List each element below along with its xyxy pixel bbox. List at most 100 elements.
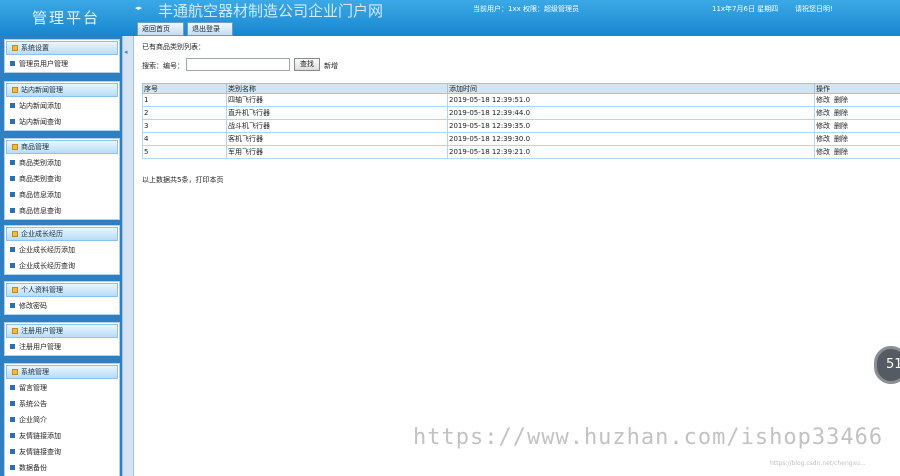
- sidebar-item-label: 留言管理: [19, 384, 47, 392]
- sidebar-item[interactable]: 数据备份: [5, 460, 119, 476]
- sidebar-item[interactable]: 注册用户管理: [5, 339, 119, 355]
- sidebar-item[interactable]: 修改密码: [5, 298, 119, 314]
- bullet-icon: [10, 303, 15, 308]
- sidebar-group-title: 系统设置: [21, 44, 49, 52]
- home-button[interactable]: 返回首页: [137, 22, 184, 36]
- cell-name: 四轴飞行器: [226, 93, 448, 107]
- add-link[interactable]: 新增: [324, 61, 338, 71]
- table-header-row: 序号 类别名称 添加时间 操作: [142, 83, 900, 94]
- cell-actions: 修改 删除: [814, 93, 900, 107]
- cell-name: 战斗机飞行器: [226, 119, 448, 133]
- search-label: 搜索：编号：: [142, 62, 184, 70]
- sidebar-item-label: 数据备份: [19, 464, 47, 472]
- sidebar-item-label: 系统公告: [19, 400, 47, 408]
- sidebar-group-header[interactable]: 企业成长经历: [6, 227, 118, 241]
- edit-link[interactable]: 修改: [816, 135, 830, 143]
- edit-link[interactable]: 修改: [816, 96, 830, 104]
- scroll-progress-badge[interactable]: 51: [874, 346, 900, 384]
- top-header: 管理平台 ◂▸ 丰通航空器材制造公司企业门户网 当前用户：1xx 权限：超级管理…: [0, 0, 900, 36]
- sidebar-item[interactable]: 企业成长经历添加: [5, 242, 119, 258]
- search-button[interactable]: 查找: [294, 58, 320, 71]
- delete-link[interactable]: 删除: [834, 148, 848, 156]
- column-header-name: 类别名称: [226, 83, 448, 94]
- delete-link[interactable]: 删除: [834, 96, 848, 104]
- summary-text: 以上数据共5条，打印本页: [142, 176, 224, 184]
- sidebar-item[interactable]: 友情链接添加: [5, 428, 119, 444]
- cell-time: 2019-05-18 12:39:30.0: [447, 132, 815, 146]
- sidebar-item-label: 商品类别查询: [19, 175, 61, 183]
- cell-time: 2019-05-18 12:39:21.0: [447, 145, 815, 159]
- sidebar-item[interactable]: 商品类别查询: [5, 171, 119, 187]
- watermark-small: https://blog.csdn.net/chengxu...: [770, 460, 866, 467]
- delete-link[interactable]: 删除: [834, 109, 848, 117]
- brand-title: 管理平台: [31, 9, 100, 27]
- table-row: 1 四轴飞行器 2019-05-18 12:39:51.0 修改 删除: [142, 93, 900, 107]
- sidebar-group-title: 个人资料管理: [21, 286, 63, 294]
- sidebar-group-header[interactable]: 系统管理: [6, 365, 118, 379]
- cell-id: 2: [142, 106, 227, 120]
- current-user-info: 当前用户：1xx 权限：超级管理员: [473, 5, 579, 13]
- sidebar-item[interactable]: 商品信息添加: [5, 187, 119, 203]
- folder-icon: [12, 328, 18, 334]
- sidebar-group-5: 注册用户管理 注册用户管理: [4, 322, 120, 356]
- sidebar-item-label: 友情链接查询: [19, 448, 61, 456]
- sidebar-group-header[interactable]: 注册用户管理: [6, 324, 118, 338]
- cell-id: 4: [142, 132, 227, 146]
- sidebar-item[interactable]: 商品类别添加: [5, 155, 119, 171]
- table-row: 4 客机飞行器 2019-05-18 12:39:30.0 修改 删除: [142, 132, 900, 146]
- bullet-icon: [10, 103, 15, 108]
- sidebar-item[interactable]: 商品信息查询: [5, 203, 119, 219]
- sidebar-group-header[interactable]: 系统设置: [6, 41, 118, 55]
- watermark: https://www.huzhan.com/ishop33466: [413, 425, 884, 450]
- bullet-icon: [10, 176, 15, 181]
- sidebar-divider[interactable]: [122, 36, 134, 476]
- sidebar-group-title: 商品管理: [21, 143, 49, 151]
- logout-button[interactable]: 退出登录: [187, 22, 233, 36]
- bullet-icon: [10, 247, 15, 252]
- sidebar-group-title: 系统管理: [21, 368, 49, 376]
- cell-time: 2019-05-18 12:39:51.0: [447, 93, 815, 107]
- delete-link[interactable]: 删除: [834, 122, 848, 130]
- sidebar-item[interactable]: 友情链接查询: [5, 444, 119, 460]
- sidebar-item[interactable]: 留言管理: [5, 380, 119, 396]
- sidebar-item-label: 企业简介: [19, 416, 47, 424]
- folder-icon: [12, 231, 18, 237]
- sidebar-item[interactable]: 企业简介: [5, 412, 119, 428]
- sidebar-group-2: 商品管理商品类别添加商品类别查询 商品信息添加 商品信息查询: [4, 138, 120, 220]
- sidebar-item-label: 商品信息添加: [19, 191, 61, 199]
- sidebar-item[interactable]: 系统公告: [5, 396, 119, 412]
- folder-icon: [12, 144, 18, 150]
- bullet-icon: [10, 344, 15, 349]
- bullet-icon: [10, 208, 15, 213]
- cell-actions: 修改 删除: [814, 106, 900, 120]
- edit-link[interactable]: 修改: [816, 109, 830, 117]
- bullet-icon: [10, 160, 15, 165]
- collapse-toggle-icon[interactable]: ◂▸: [135, 4, 145, 12]
- sidebar-collapse-arrow-icon[interactable]: ◂: [124, 48, 132, 56]
- bullet-icon: [10, 119, 15, 124]
- folder-icon: [12, 369, 18, 375]
- sidebar-item[interactable]: 企业成长经历查询: [5, 258, 119, 274]
- bullet-icon: [10, 449, 15, 454]
- sidebar-item-label: 商品信息查询: [19, 207, 61, 215]
- sidebar-item[interactable]: 站内新闻添加: [5, 98, 119, 114]
- sidebar-item-label: 友情链接添加: [19, 432, 61, 440]
- cell-id: 1: [142, 93, 227, 107]
- main-content: 已有商品类别列表： 搜索：编号： 查找 新增 序号 类别名称 添加时间 操作 1…: [135, 36, 900, 476]
- bullet-icon: [10, 263, 15, 268]
- cell-time: 2019-05-18 12:39:35.0: [447, 119, 815, 133]
- edit-link[interactable]: 修改: [816, 148, 830, 156]
- search-input[interactable]: [186, 58, 290, 71]
- delete-link[interactable]: 删除: [834, 135, 848, 143]
- list-title: 已有商品类别列表：: [142, 43, 205, 51]
- sidebar-group-header[interactable]: 商品管理: [6, 140, 118, 154]
- sidebar-item[interactable]: 管理员用户管理: [5, 56, 119, 72]
- edit-link[interactable]: 修改: [816, 122, 830, 130]
- bullet-icon: [10, 61, 15, 66]
- sidebar-item[interactable]: 站内新闻查询: [5, 114, 119, 130]
- sidebar-group-header[interactable]: 站内新闻管理: [6, 83, 118, 97]
- bullet-icon: [10, 417, 15, 422]
- cell-time: 2019-05-18 12:39:44.0: [447, 106, 815, 120]
- site-title: 丰通航空器材制造公司企业门户网: [158, 2, 384, 20]
- sidebar-group-header[interactable]: 个人资料管理: [6, 283, 118, 297]
